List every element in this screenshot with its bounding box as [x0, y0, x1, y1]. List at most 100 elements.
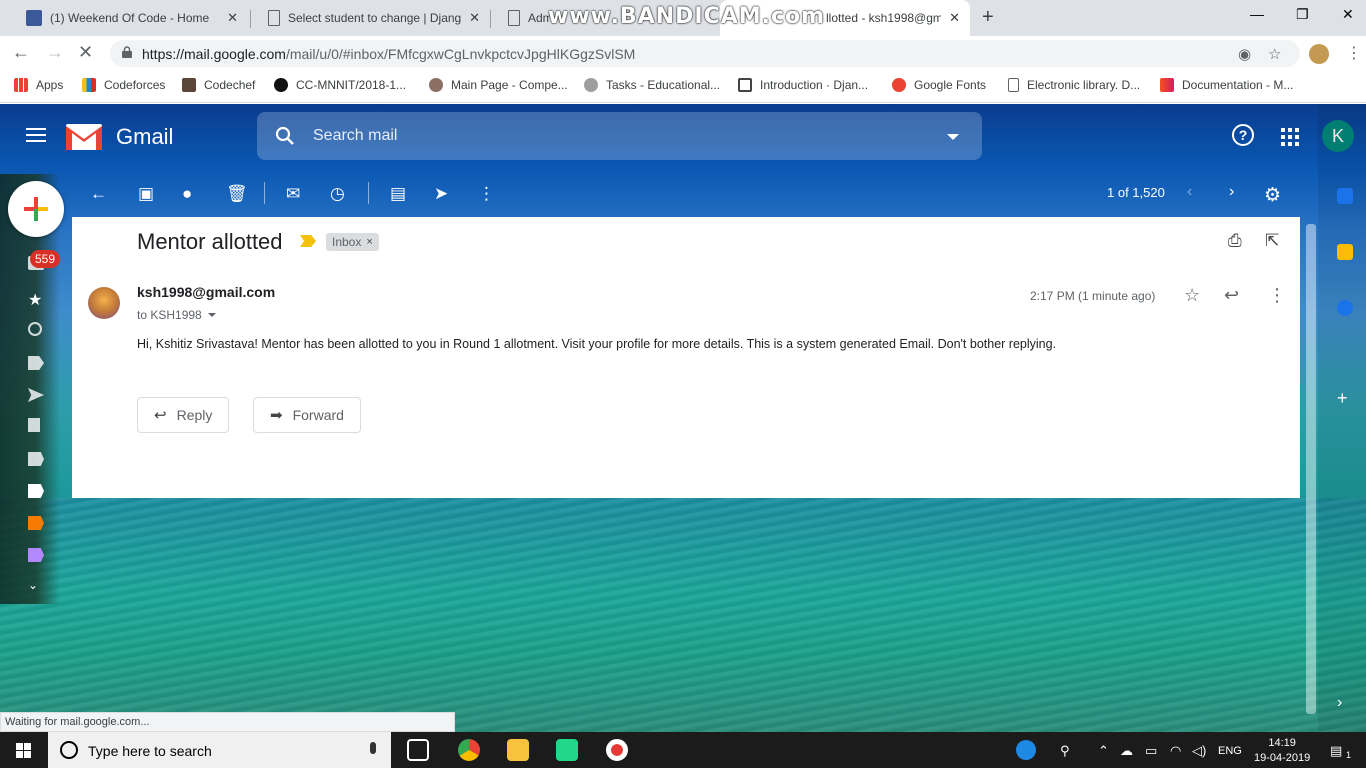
- drafts-icon[interactable]: [28, 418, 40, 432]
- minimize-icon[interactable]: —: [1250, 6, 1264, 22]
- window-close-icon[interactable]: ✕: [1342, 6, 1354, 23]
- bookmark-label: Electronic library. D...: [1027, 78, 1141, 92]
- file-explorer-icon[interactable]: [507, 739, 529, 761]
- bookmark-codechef[interactable]: Codechef: [182, 78, 255, 92]
- move-to-icon[interactable]: ▤: [390, 184, 406, 204]
- apps-grid-icon[interactable]: [1281, 128, 1299, 146]
- newer-chevron-icon[interactable]: ‹: [1187, 183, 1192, 201]
- archive-icon[interactable]: ▣: [138, 184, 154, 204]
- print-icon[interactable]: ⎙: [1228, 231, 1242, 251]
- labels-icon[interactable]: ➤: [434, 184, 448, 204]
- microphone-icon[interactable]: [370, 742, 376, 754]
- mark-unread-icon[interactable]: ✉: [286, 184, 300, 204]
- compose-button[interactable]: [8, 181, 64, 237]
- task-view-icon[interactable]: [407, 739, 429, 761]
- main-menu-icon[interactable]: [26, 128, 46, 142]
- get-addons-plus-icon[interactable]: +: [1337, 388, 1353, 408]
- site-icon: [584, 78, 598, 92]
- close-tab-icon[interactable]: ✕: [949, 10, 960, 26]
- bookmark-apps[interactable]: Apps: [14, 78, 63, 92]
- action-center-icon[interactable]: ▤: [1330, 743, 1342, 759]
- clock-date: 19-04-2019: [1254, 752, 1311, 764]
- input-language[interactable]: ENG: [1218, 745, 1242, 757]
- bookmark-documentation[interactable]: Documentation - M...: [1160, 78, 1293, 92]
- url-text[interactable]: https://mail.google.com/mail/u/0/#inbox/…: [142, 46, 635, 62]
- browser-menu-icon[interactable]: ⋮: [1346, 43, 1362, 63]
- important-marker-icon[interactable]: [300, 235, 316, 247]
- tracking-eye-icon[interactable]: ◉: [1238, 45, 1251, 63]
- close-tab-icon[interactable]: ✕: [227, 10, 238, 26]
- label-icon[interactable]: [28, 484, 44, 498]
- bookmark-label: Documentation - M...: [1182, 78, 1294, 92]
- back-to-inbox-icon[interactable]: ←: [90, 184, 107, 204]
- windows-start-icon[interactable]: [16, 743, 31, 758]
- more-labels-chevron-icon[interactable]: ⌄: [28, 578, 44, 592]
- taskbar-clock[interactable]: 14:19 19-04-2019: [1254, 736, 1310, 766]
- stop-loading-icon[interactable]: ✕: [78, 42, 93, 63]
- tasks-icon[interactable]: [1337, 300, 1353, 316]
- bookmark-label: Tasks - Educational...: [606, 78, 721, 92]
- snooze-icon[interactable]: ◷: [330, 184, 345, 204]
- label-purple-icon[interactable]: [28, 548, 44, 562]
- chrome-icon[interactable]: [458, 739, 480, 761]
- bookmark-cc-mnnit[interactable]: CC-MNNIT/2018-1...: [274, 78, 406, 92]
- settings-gear-icon[interactable]: ⚙: [1264, 184, 1281, 207]
- close-tab-icon[interactable]: ✕: [469, 10, 480, 26]
- tab-title: llotted - ksh1998@gma: [826, 11, 942, 25]
- label-orange-icon[interactable]: [28, 516, 44, 530]
- back-arrow-icon[interactable]: ←: [12, 42, 30, 63]
- more-actions-icon[interactable]: ⋮: [478, 184, 495, 204]
- address-bar[interactable]: https://mail.google.com/mail/u/0/#inbox/…: [110, 40, 1300, 67]
- tab-weekend-of-code[interactable]: (1) Weekend Of Code - Home ✕: [8, 0, 248, 36]
- tab-django-admin[interactable]: Select student to change | Djang ✕: [250, 0, 490, 36]
- search-icon[interactable]: [275, 126, 295, 146]
- show-side-panel-chevron-icon[interactable]: ›: [1337, 694, 1353, 711]
- help-tray-icon[interactable]: [1016, 740, 1036, 760]
- bookmark-star-icon[interactable]: ☆: [1268, 45, 1281, 63]
- bookmark-main-page[interactable]: Main Page - Compe...: [429, 78, 568, 92]
- bookmark-django-intro[interactable]: Introduction · Djan...: [738, 78, 868, 92]
- calendar-icon[interactable]: [1337, 188, 1353, 204]
- starred-icon[interactable]: ★: [28, 290, 44, 309]
- snoozed-icon[interactable]: [28, 322, 42, 336]
- reply-button[interactable]: ↩ Reply: [137, 397, 230, 433]
- help-icon[interactable]: ?: [1232, 124, 1254, 146]
- browser-profile-avatar[interactable]: [1309, 44, 1329, 64]
- volume-icon[interactable]: ◁): [1192, 743, 1206, 759]
- bookmark-electronic-library[interactable]: Electronic library. D...: [1008, 78, 1140, 92]
- new-tab-plus-icon[interactable]: +: [982, 6, 994, 29]
- remove-label-icon[interactable]: ×: [366, 233, 372, 251]
- more-options-icon[interactable]: ⋮: [1268, 285, 1286, 306]
- forward-arrow-icon[interactable]: →: [46, 42, 64, 63]
- bookmark-codeforces[interactable]: Codeforces: [82, 78, 165, 92]
- tray-expand-chevron-icon[interactable]: ⌃: [1098, 743, 1109, 759]
- search-input[interactable]: [313, 124, 913, 148]
- taskbar-search-box[interactable]: Type here to search: [48, 732, 391, 768]
- recipient-line[interactable]: to KSH1998: [137, 308, 216, 322]
- bookmark-google-fonts[interactable]: Google Fonts: [892, 78, 986, 92]
- label-icon[interactable]: [28, 452, 44, 466]
- wifi-icon[interactable]: ◠: [1170, 743, 1181, 759]
- people-icon[interactable]: ⚲: [1060, 743, 1070, 759]
- open-in-new-window-icon[interactable]: ⇱: [1265, 231, 1279, 251]
- scrollbar[interactable]: [1306, 224, 1316, 714]
- toolbar-divider: [368, 182, 369, 204]
- maximize-icon[interactable]: ❐: [1296, 6, 1309, 23]
- onedrive-icon[interactable]: ☁: [1120, 743, 1133, 759]
- bandicam-record-icon[interactable]: [606, 739, 628, 761]
- older-chevron-icon[interactable]: ›: [1229, 183, 1234, 201]
- battery-icon[interactable]: ▭: [1145, 743, 1157, 759]
- delete-icon[interactable]: 🗑: [226, 184, 248, 204]
- show-details-dropdown-icon[interactable]: [207, 313, 216, 317]
- report-spam-icon[interactable]: ●: [182, 184, 192, 204]
- pycharm-icon[interactable]: [556, 739, 578, 761]
- reply-arrow-icon[interactable]: ↩: [1224, 285, 1239, 306]
- search-bar[interactable]: [257, 112, 982, 160]
- tab-title: Adm: [528, 11, 550, 25]
- keep-icon[interactable]: [1337, 244, 1353, 260]
- forward-button[interactable]: ➡ Forward: [253, 397, 361, 433]
- star-icon[interactable]: ☆: [1184, 285, 1200, 306]
- sender-email[interactable]: ksh1998@gmail.com: [137, 284, 275, 300]
- bookmark-tasks[interactable]: Tasks - Educational...: [584, 78, 720, 92]
- search-options-dropdown-icon[interactable]: [947, 134, 959, 140]
